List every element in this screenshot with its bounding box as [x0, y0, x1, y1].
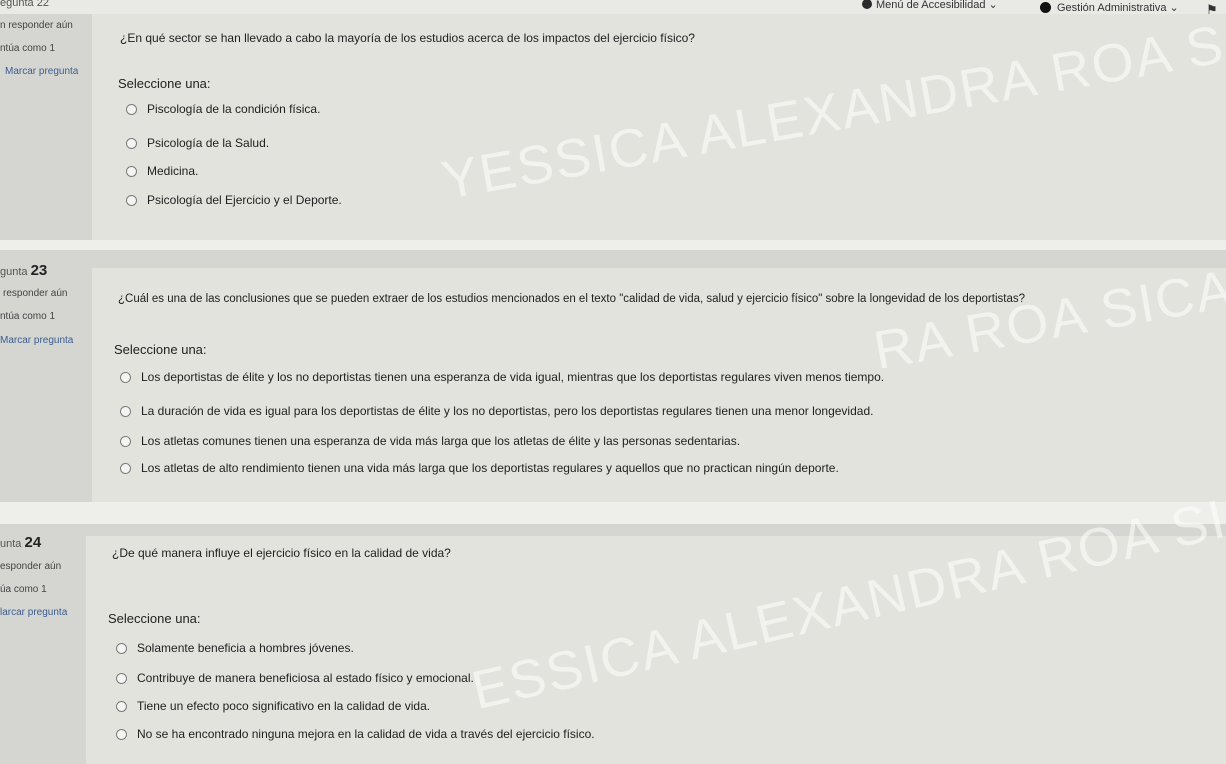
flag-question-link[interactable]: Marcar pregunta: [0, 336, 73, 346]
option-label: No se ha encontrado ninguna mejora en la…: [137, 727, 595, 741]
question-24-option-2[interactable]: Contribuye de manera beneficiosa al esta…: [116, 671, 474, 685]
flag-question-link[interactable]: larcar pregunta: [0, 608, 67, 618]
question-23-text: ¿Cuál es una de las conclusiones que se …: [118, 293, 1025, 305]
question-number-prefix: gunta: [0, 266, 28, 278]
top-bar: egunta 22 Menú de Accesibilidad ⌄ Gestió…: [0, 0, 1226, 17]
radio-button[interactable]: [116, 728, 127, 740]
radio-button[interactable]: [116, 672, 127, 684]
option-label: Medicina.: [147, 164, 199, 178]
question-24-text: ¿De qué manera influye el ejercicio físi…: [112, 546, 451, 560]
question-22-option-4[interactable]: Psicología del Ejercicio y el Deporte.: [126, 193, 342, 207]
accessibility-menu-label: Menú de Accesibilidad ⌄: [876, 0, 998, 11]
radio-button[interactable]: [120, 462, 131, 474]
question-24-select-label: Seleccione una:: [108, 611, 201, 626]
question-23-option-4[interactable]: Los atletas de alto rendimiento tienen u…: [120, 461, 839, 475]
option-label: La duración de vida es igual para los de…: [141, 404, 874, 418]
question-number: unta 24: [0, 535, 41, 550]
accessibility-icon: [862, 0, 872, 9]
option-label: Los atletas de alto rendimiento tienen u…: [141, 461, 839, 475]
question-22-option-3[interactable]: Medicina.: [126, 164, 198, 178]
option-label: Piscología de la condición física.: [147, 102, 321, 116]
user-menu[interactable]: Gestión Administrativa ⌄: [1040, 1, 1179, 14]
option-label: Los atletas comunes tienen una esperanza…: [141, 434, 741, 448]
separator: [0, 502, 1226, 524]
question-number-value: 23: [30, 262, 48, 279]
accessibility-menu[interactable]: Menú de Accesibilidad ⌄: [862, 0, 998, 11]
question-24-info: unta 24 esponder aún úa como 1 larcar pr…: [0, 533, 90, 623]
question-status: responder aún: [3, 288, 68, 299]
option-label: Tiene un efecto poco significativo en la…: [137, 699, 431, 713]
question-24-option-1[interactable]: Solamente beneficia a hombres jóvenes.: [116, 641, 354, 655]
question-24-option-3[interactable]: Tiene un efecto poco significativo en la…: [116, 699, 430, 713]
option-label: Psicología de la Salud.: [147, 136, 270, 150]
user-menu-label: Gestión Administrativa ⌄: [1057, 2, 1179, 14]
question-23-select-label: Seleccione una:: [114, 342, 207, 357]
option-label: Contribuye de manera beneficiosa al esta…: [137, 671, 474, 685]
radio-button[interactable]: [126, 165, 137, 177]
option-label: Psicología del Ejercicio y el Deporte.: [147, 193, 342, 207]
question-status: n responder aún: [0, 20, 73, 31]
radio-button[interactable]: [116, 700, 127, 712]
question-points: ntúa como 1: [0, 311, 56, 322]
question-22-info: n responder aún ntúa como 1 Marcar pregu…: [0, 14, 90, 84]
flag-question-link[interactable]: Marcar pregunta: [5, 67, 78, 77]
question-points: ntúa como 1: [0, 43, 56, 54]
question-number-prefix: unta: [0, 538, 22, 550]
radio-button[interactable]: [120, 405, 131, 417]
question-number: gunta 23: [0, 263, 47, 278]
radio-button[interactable]: [120, 435, 131, 447]
question-22-text: ¿En qué sector se han llevado a cabo la …: [120, 31, 695, 45]
radio-button[interactable]: [126, 194, 137, 206]
question-points: úa como 1: [0, 584, 47, 595]
question-23-option-2[interactable]: La duración de vida es igual para los de…: [120, 404, 873, 418]
question-23-option-1[interactable]: Los deportistas de élite y los no deport…: [120, 370, 884, 384]
radio-button[interactable]: [120, 371, 131, 383]
question-status: esponder aún: [0, 561, 62, 572]
radio-button[interactable]: [126, 103, 137, 115]
question-22-option-1[interactable]: Piscología de la condición física.: [126, 102, 320, 116]
radio-button[interactable]: [116, 642, 127, 654]
question-22-select-label: Seleccione una:: [118, 76, 211, 91]
radio-button[interactable]: [126, 137, 137, 149]
separator: [0, 240, 1226, 250]
breadcrumb: egunta 22: [0, 0, 49, 9]
user-icon: [1040, 2, 1051, 13]
question-24-option-4[interactable]: No se ha encontrado ninguna mejora en la…: [116, 727, 595, 741]
option-label: Los deportistas de élite y los no deport…: [141, 370, 885, 384]
option-label: Solamente beneficia a hombres jóvenes.: [137, 641, 354, 655]
question-number-value: 24: [24, 534, 42, 551]
question-23-option-3[interactable]: Los atletas comunes tienen una esperanza…: [120, 434, 740, 448]
question-22-option-2[interactable]: Psicología de la Salud.: [126, 136, 269, 150]
question-23-info: gunta 23 responder aún ntúa como 1 Marca…: [0, 258, 90, 346]
